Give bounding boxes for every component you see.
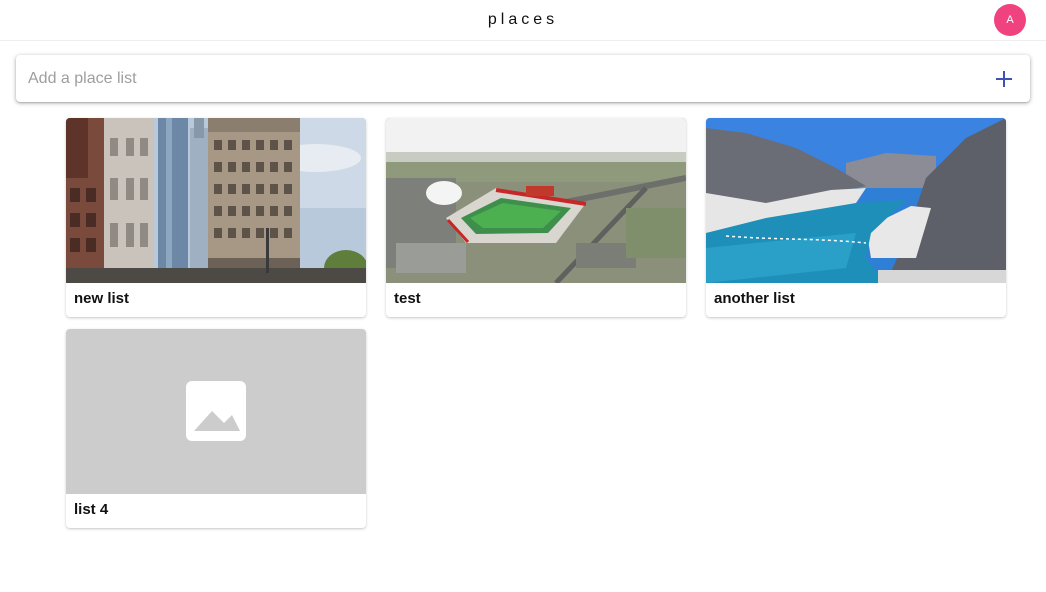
place-list-card[interactable]: test <box>386 118 686 317</box>
avatar[interactable]: A <box>994 4 1026 36</box>
add-list-input[interactable] <box>28 55 968 102</box>
lake-canyon-photo <box>706 118 1006 283</box>
app-bar: places A <box>0 0 1046 41</box>
card-image <box>386 118 686 283</box>
card-image <box>706 118 1006 283</box>
image-placeholder-icon <box>186 381 246 441</box>
card-title: new list <box>74 290 130 307</box>
plus-icon <box>996 71 1012 87</box>
card-title: list 4 <box>74 501 109 518</box>
place-list-card[interactable]: new list <box>66 118 366 317</box>
add-list-button[interactable] <box>992 67 1016 91</box>
add-list-bar <box>16 55 1030 102</box>
city-buildings-photo <box>66 118 366 283</box>
stadium-aerial-photo <box>386 118 686 283</box>
card-title: test <box>394 290 421 307</box>
card-title: another list <box>714 290 795 307</box>
card-image <box>66 118 366 283</box>
place-list-card[interactable]: another list <box>706 118 1006 317</box>
card-image-placeholder <box>66 329 366 494</box>
app-title: places <box>487 11 559 28</box>
place-list-card[interactable]: list 4 <box>66 329 366 528</box>
